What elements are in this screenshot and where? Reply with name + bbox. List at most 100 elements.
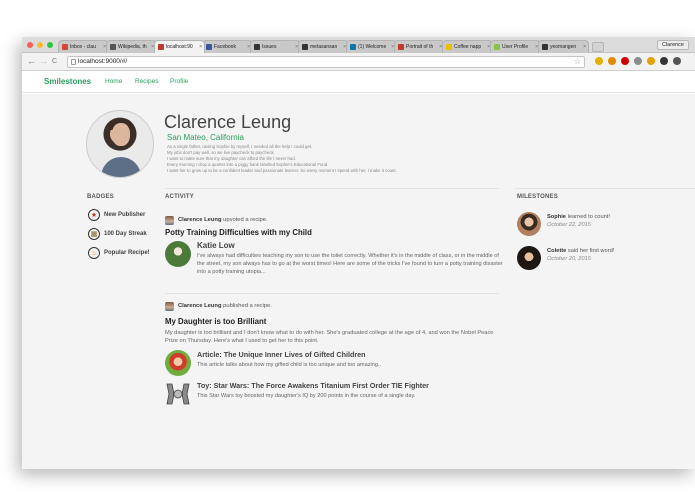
maximize-window-button[interactable]: [47, 42, 53, 48]
reload-icon[interactable]: C: [52, 57, 57, 67]
badge-label: Popular Recipe!: [104, 250, 150, 256]
address-bar[interactable]: localhost:9000/#/ ☆: [67, 56, 585, 68]
resource-article[interactable]: Article: The Unique Inner Lives of Gifte…: [165, 350, 505, 376]
browser-tab[interactable]: yeomangen ×: [538, 40, 589, 53]
activity-actor[interactable]: Clarence Leung: [178, 217, 222, 223]
recipe-excerpt: I've always had difficulties teaching my…: [197, 253, 503, 275]
activity-actor-line: Clarence Leung published a recipe.: [178, 303, 272, 309]
milestone-child[interactable]: Sophie: [547, 214, 566, 220]
new-tab-button[interactable]: [592, 42, 604, 52]
actor-avatar: [165, 301, 174, 311]
screenshot-stage: Inbox - clau × Wikipedia, th × localhost:90 ×…: [0, 0, 695, 494]
milestone-date: October 22, 2015: [547, 222, 591, 228]
calendar-icon: ▦: [88, 228, 100, 240]
nav-home[interactable]: Home: [105, 78, 122, 85]
badge-100-day-streak[interactable]: ▦ 100 Day Streak: [88, 228, 147, 240]
extension-icon[interactable]: [647, 57, 655, 65]
milestone-avatar: [517, 212, 541, 236]
flame-icon: ♨: [88, 247, 100, 259]
profile-page: Clarence Leung San Mateo, California As …: [22, 94, 695, 469]
browser-tab[interactable]: Coffee napp ×: [442, 40, 493, 53]
browser-tab[interactable]: metasansan ×: [298, 40, 349, 53]
profile-bio: As a single father, raising Sophie by my…: [167, 144, 497, 174]
browser-tab[interactable]: Portrait of th ×: [394, 40, 445, 53]
resource-title[interactable]: Article: The Unique Inner Lives of Gifte…: [197, 350, 381, 359]
address-bar-url: localhost:9000/#/: [78, 58, 128, 65]
activity-verb: upvoted a recipe.: [223, 217, 268, 223]
extension-icon[interactable]: [621, 57, 629, 65]
milestone-date: October 20, 2015: [547, 256, 591, 262]
tab-label: User Profile: [502, 44, 529, 50]
activity-separator: [165, 293, 499, 294]
extension-icon[interactable]: [634, 57, 642, 65]
star-icon: ★: [88, 209, 100, 221]
recipe-title[interactable]: My Daughter is too Brilliant: [165, 317, 505, 326]
tab-label: Portrait of th: [406, 44, 434, 50]
browser-tab[interactable]: Facebook ×: [202, 40, 253, 53]
badge-label: New Publisher: [104, 212, 146, 218]
tab-favicon-icon: [446, 44, 452, 50]
tab-favicon-icon: [62, 44, 68, 50]
recipe-title[interactable]: Potty Training Difficulties with my Chil…: [165, 228, 505, 237]
activity-verb: published a recipe.: [223, 303, 272, 309]
badges-heading: BADGES: [87, 194, 114, 200]
activity-heading: ACTIVITY: [165, 194, 194, 200]
nav-recipes[interactable]: Recipes: [135, 78, 158, 85]
back-arrow-icon[interactable]: ←: [27, 56, 36, 66]
close-window-button[interactable]: [27, 42, 33, 48]
tab-label: Issues: [262, 44, 277, 50]
app-navbar: Smilestones Home Recipes Profile: [22, 72, 695, 93]
profile-avatar: [86, 110, 154, 178]
extension-icon[interactable]: [595, 57, 603, 65]
tab-close-icon[interactable]: ×: [199, 41, 202, 53]
browser-tab[interactable]: (1) Welcome ×: [346, 40, 397, 53]
milestone-child[interactable]: Colette: [547, 248, 566, 254]
minimize-window-button[interactable]: [37, 42, 43, 48]
milestone-avatar: [517, 246, 541, 270]
profile-location[interactable]: San Mateo, California: [167, 133, 244, 142]
tab-label: metasansan: [310, 44, 338, 50]
tab-label: Inbox - clau: [70, 44, 96, 50]
actor-avatar: [165, 215, 174, 225]
tab-label: Facebook: [214, 44, 236, 50]
extension-icon[interactable]: [608, 57, 616, 65]
browser-tab[interactable]: Wikipedia, th ×: [106, 40, 157, 53]
tab-favicon-icon: [542, 44, 548, 50]
tab-bar: Inbox - clau × Wikipedia, th × localhost:90 ×…: [22, 37, 695, 53]
tab-favicon-icon: [254, 44, 260, 50]
tab-close-icon[interactable]: ×: [583, 41, 586, 53]
nav-profile[interactable]: Profile: [170, 78, 188, 85]
badge-popular-recipe[interactable]: ♨ Popular Recipe!: [88, 247, 150, 259]
browser-profile-button[interactable]: Clarence: [656, 40, 689, 50]
milestone-text: said her first word!: [567, 248, 615, 254]
window-controls: [27, 42, 53, 48]
extension-icon[interactable]: [660, 57, 668, 65]
forward-arrow-icon[interactable]: →: [39, 56, 48, 66]
milestone-item: Sophie learned to count! October 22, 201…: [517, 212, 610, 236]
browser-tab[interactable]: User Profile ×: [490, 40, 541, 53]
tab-label: localhost:90: [166, 44, 193, 50]
tab-label: Coffee napp: [454, 44, 482, 50]
activity-actor[interactable]: Clarence Leung: [178, 303, 222, 309]
article-thumbnail: [165, 350, 191, 376]
resource-toy[interactable]: Toy: Star Wars: The Force Awakens Titani…: [165, 381, 505, 407]
tab-favicon-icon: [398, 44, 404, 50]
resource-text: This Star Wars toy boosted my daughter's…: [197, 393, 416, 399]
tab-favicon-icon: [158, 44, 164, 50]
activity-item-publish: Clarence Leung published a recipe. My Da…: [165, 301, 505, 407]
profile-name: Clarence Leung: [164, 112, 292, 132]
tab-favicon-icon: [110, 44, 116, 50]
browser-tab[interactable]: localhost:90 ×: [154, 40, 205, 53]
tab-label: yeomangen: [550, 44, 577, 50]
app-brand[interactable]: Smilestones: [44, 77, 91, 86]
badge-new-publisher[interactable]: ★ New Publisher: [88, 209, 145, 221]
resource-title[interactable]: Toy: Star Wars: The Force Awakens Titani…: [197, 381, 429, 390]
recipe-author[interactable]: Katie Low: [197, 241, 505, 250]
milestone-item: Colette said her first word! October 20,…: [517, 246, 614, 270]
extension-icon[interactable]: [673, 57, 681, 65]
milestones-divider: [515, 188, 695, 189]
milestones-heading: MILESTONES: [517, 194, 558, 200]
browser-tab[interactable]: Inbox - clau ×: [58, 40, 109, 53]
bookmark-star-icon[interactable]: ☆: [574, 57, 581, 67]
browser-tab[interactable]: Issues ×: [250, 40, 301, 53]
